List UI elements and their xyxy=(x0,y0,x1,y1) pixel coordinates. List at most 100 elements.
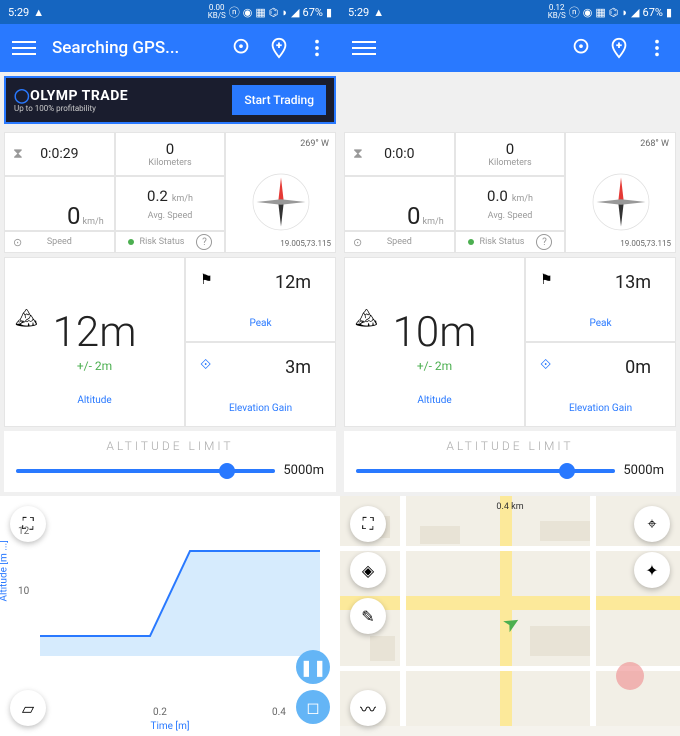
avg-speed-card[interactable]: 0.2km/h Avg. Speed xyxy=(115,176,226,231)
appbar: Searching GPS... xyxy=(0,24,340,72)
gain-card[interactable]: ⟐ 3m Elevation Gain xyxy=(185,342,336,427)
compass-icon xyxy=(246,167,316,237)
altitude-card[interactable]: 🏔 10m +/- 2m Altitude xyxy=(344,257,525,427)
altitude-value: 10m xyxy=(393,308,477,357)
speed-label-card: ⊙ Speed xyxy=(4,231,115,253)
more-icon[interactable] xyxy=(306,37,328,59)
limit-slider[interactable] xyxy=(16,469,275,473)
avg-speed-label: Avg. Speed xyxy=(148,211,193,221)
ad-banner[interactable]: ◯OLYMP TRADE Up to 100% profitability St… xyxy=(4,76,336,124)
distance-card[interactable]: 0 Kilometers xyxy=(115,132,226,176)
risk-label: Risk Status xyxy=(480,237,525,247)
signal-icon: ⊙ xyxy=(353,236,362,249)
speed-value: 0 xyxy=(407,202,421,230)
compass-button[interactable]: ✦ xyxy=(634,552,670,588)
speed-label-card: ⊙ Speed xyxy=(344,231,455,253)
mountain-icon: ▲ xyxy=(373,6,384,19)
timer-card[interactable]: ⧗ 0:0:0 xyxy=(344,132,455,176)
chart-plot xyxy=(30,516,330,666)
gain-card[interactable]: ⟐ 0m Elevation Gain xyxy=(525,342,676,427)
heading-text: 269° W xyxy=(300,139,329,149)
compass-icon xyxy=(586,167,656,237)
edit-button[interactable]: ✎ xyxy=(350,598,386,634)
map-view[interactable]: 0.4 km ➤ ⛶ ◈ ✎ 〰 ⌖ ✦ xyxy=(340,496,680,736)
altitude-label: Altitude xyxy=(417,395,451,406)
flag-icon: ⚑ xyxy=(540,272,553,288)
clock: 5:29 xyxy=(348,6,369,19)
layers-button[interactable]: ◈ xyxy=(350,552,386,588)
speed-card[interactable]: 0km/h xyxy=(344,176,455,231)
altitude-accuracy: +/- 2m xyxy=(417,359,452,373)
wifi-icon: ◗ xyxy=(281,6,288,19)
gain-value: 0m xyxy=(625,357,651,378)
gain-value: 3m xyxy=(285,357,311,378)
menu-button[interactable] xyxy=(12,36,36,60)
statusbar: 5:29 ▲ 0.00KB/S ⓝ ◉ ▦ ⌬ ◗ ◢ 67% ▮ xyxy=(0,0,340,24)
distance-value: 0 xyxy=(166,140,174,158)
distance-card[interactable]: 0 Kilometers xyxy=(455,132,566,176)
coords-text: 19.005,73.115 xyxy=(280,239,331,248)
signal-icon: ⊙ xyxy=(13,236,22,249)
add-pin-icon[interactable] xyxy=(608,37,630,59)
altitude-label: Altitude xyxy=(77,395,111,406)
needle-icon: ⟐ xyxy=(540,357,551,373)
battery-text: 67% xyxy=(643,6,663,19)
ad-subtitle: Up to 100% profitability xyxy=(14,104,128,113)
vibrate-icon: ▦ xyxy=(255,6,265,19)
app-title: Searching GPS... xyxy=(52,38,230,58)
hourglass-icon: ⧗ xyxy=(13,146,23,162)
peak-card[interactable]: ⚑ 13m Peak xyxy=(525,257,676,342)
altitude-card[interactable]: 🏔 12m +/- 2m Altitude xyxy=(4,257,185,427)
flag-icon: ⚑ xyxy=(200,272,213,288)
gain-label: Elevation Gain xyxy=(526,403,675,414)
limit-title: ALTITUDE LIMIT xyxy=(356,439,664,453)
map-toggle-button[interactable]: ▱ xyxy=(10,690,46,726)
limit-max: 5000m xyxy=(623,463,664,478)
avg-speed-value: 0.2 xyxy=(147,187,168,205)
avg-speed-card[interactable]: 0.0km/h Avg. Speed xyxy=(455,176,566,231)
fullscreen-button[interactable]: ⛶ xyxy=(350,506,386,542)
avg-speed-label: Avg. Speed xyxy=(488,211,533,221)
distance-label: Kilometers xyxy=(488,158,531,168)
distance-value: 0 xyxy=(506,140,514,158)
peak-card[interactable]: ⚑ 12m Peak xyxy=(185,257,336,342)
more-icon[interactable] xyxy=(646,37,668,59)
altitude-limit-section: ALTITUDE LIMIT 5000m xyxy=(344,431,676,492)
timer-card[interactable]: ⧗ 0:0:29 xyxy=(4,132,115,176)
map-scale: 0.4 km xyxy=(496,502,523,512)
speed-card[interactable]: 0km/h xyxy=(4,176,115,231)
globe-pin-icon[interactable] xyxy=(230,37,252,59)
peak-label: Peak xyxy=(186,318,335,329)
mountain-icon: 🏔 xyxy=(15,308,38,329)
globe-pin-icon[interactable] xyxy=(570,37,592,59)
heading-text: 268° W xyxy=(640,139,669,149)
gain-label: Elevation Gain xyxy=(186,403,335,414)
avg-speed-value: 0.0 xyxy=(487,187,508,205)
chart-ylabel: Altitude [m ...] xyxy=(0,540,10,601)
nfc-icon: ⓝ xyxy=(229,4,240,20)
hourglass-icon: ⧗ xyxy=(353,146,363,162)
limit-title: ALTITUDE LIMIT xyxy=(16,439,324,453)
coords-text: 19.005,73.115 xyxy=(620,239,671,248)
compass-card[interactable]: 269° W 19.005,73.115 xyxy=(225,132,336,253)
compass-card[interactable]: 268° W 19.005,73.115 xyxy=(565,132,676,253)
risk-label: Risk Status xyxy=(140,237,185,247)
help-icon[interactable]: ? xyxy=(536,234,552,250)
limit-slider[interactable] xyxy=(356,469,615,473)
risk-status-card[interactable]: Risk Status ? xyxy=(455,231,566,253)
menu-button[interactable] xyxy=(352,36,376,60)
chart-toggle-button[interactable]: 〰 xyxy=(350,690,386,726)
bluetooth-icon: ⌬ xyxy=(269,6,279,19)
altitude-limit-section: ALTITUDE LIMIT 5000m xyxy=(4,431,336,492)
risk-status-card[interactable]: Risk Status ? xyxy=(115,231,226,253)
locate-button[interactable]: ⌖ xyxy=(634,506,670,542)
distance-label: Kilometers xyxy=(148,158,191,168)
add-pin-icon[interactable] xyxy=(268,37,290,59)
peak-value: 13m xyxy=(615,272,651,293)
stop-button[interactable]: ◻ xyxy=(296,690,330,724)
speed-value: 0 xyxy=(67,202,81,230)
altitude-chart[interactable]: ⛶ ▱ ❚❚ ◻ Altitude [m ...] Time [m] 12 10… xyxy=(0,496,340,736)
ad-cta-button[interactable]: Start Trading xyxy=(232,85,326,115)
help-icon[interactable]: ? xyxy=(196,234,212,250)
pause-button[interactable]: ❚❚ xyxy=(296,650,330,684)
